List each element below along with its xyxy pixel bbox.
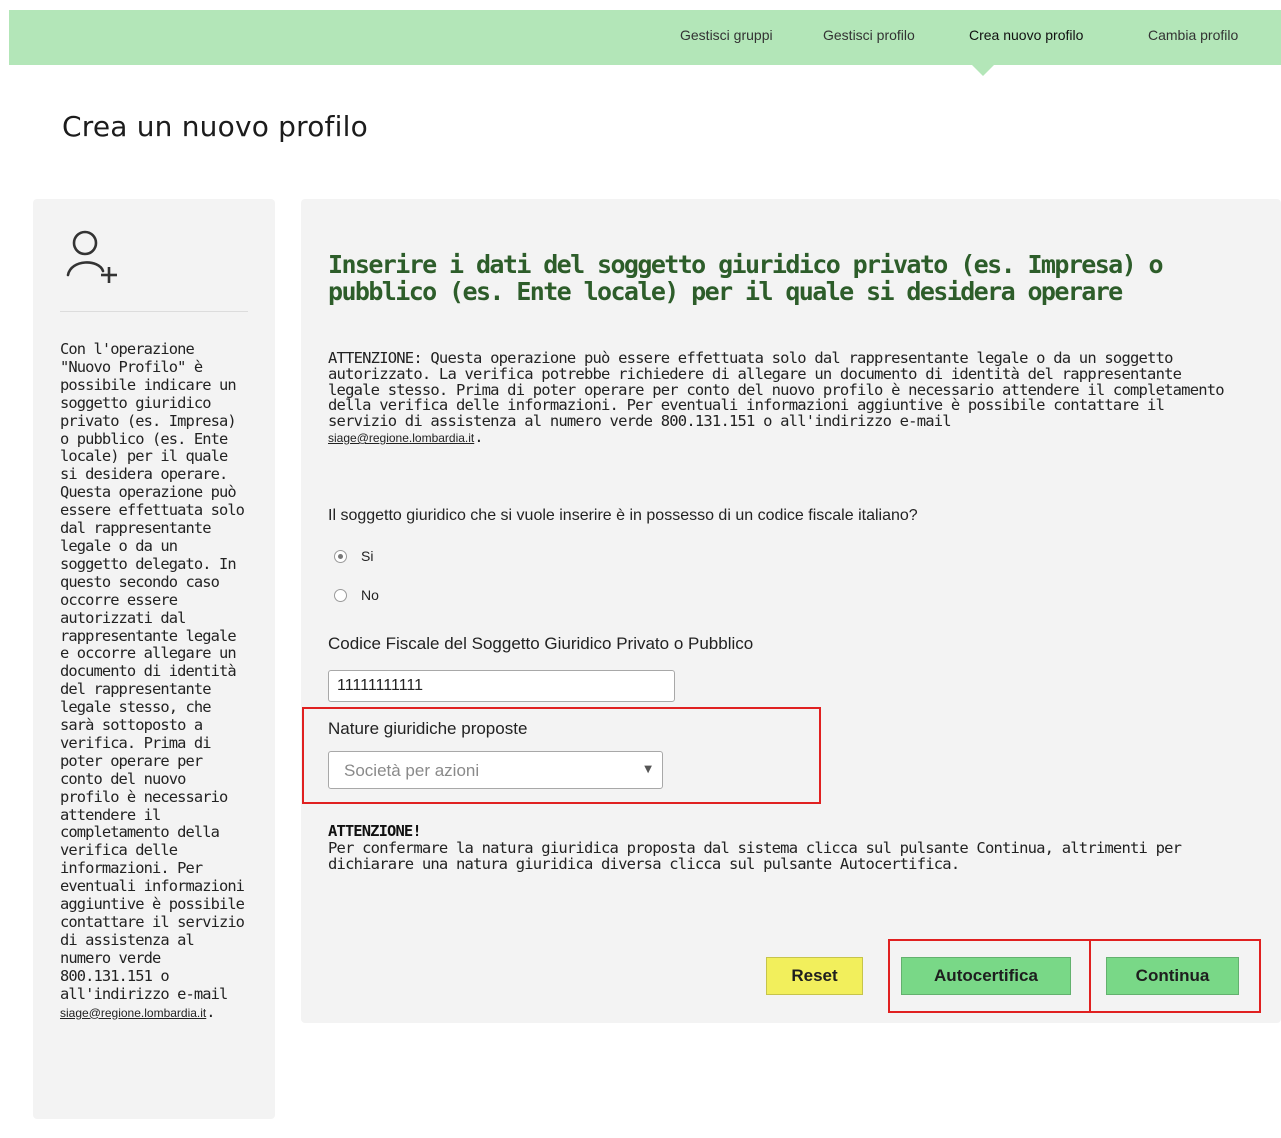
sidebar-email-suffix: . bbox=[206, 1002, 215, 1021]
notice-body: ATTENZIONE: Questa operazione può essere… bbox=[328, 349, 1225, 431]
radio-option-si[interactable]: Si bbox=[334, 548, 373, 564]
sidebar-description: Con l'operazione "Nuovo Profilo" è possi… bbox=[60, 340, 252, 1022]
notice-text: ATTENZIONE: Questa operazione può essere… bbox=[328, 349, 1228, 447]
highlight-nature-giuridiche bbox=[302, 707, 821, 804]
nav-cambia-profilo[interactable]: Cambia profilo bbox=[1148, 27, 1238, 43]
radio-option-no[interactable]: No bbox=[334, 587, 379, 603]
cf-question: Il soggetto giuridico che si vuole inser… bbox=[328, 507, 918, 524]
active-tab-indicator bbox=[972, 65, 994, 76]
attention-title: ATTENZIONE! bbox=[328, 822, 422, 840]
page-title: Crea un nuovo profilo bbox=[62, 110, 368, 143]
radio-no-label: No bbox=[361, 587, 379, 603]
attention-text: Per confermare la natura giuridica propo… bbox=[328, 839, 1182, 873]
add-user-icon bbox=[66, 230, 117, 283]
form-panel: Inserire i dati del soggetto giuridico p… bbox=[301, 199, 1281, 1023]
radio-no[interactable] bbox=[334, 588, 347, 602]
top-navigation-bar: Gestisci gruppi Gestisci profilo Crea nu… bbox=[9, 10, 1281, 65]
nav-crea-nuovo-profilo[interactable]: Crea nuovo profilo bbox=[969, 27, 1083, 43]
sidebar-divider bbox=[60, 311, 248, 312]
reset-button[interactable]: Reset bbox=[766, 957, 863, 995]
radio-si[interactable] bbox=[334, 549, 347, 563]
codice-fiscale-input[interactable]: 11111111111 bbox=[328, 670, 675, 702]
notice-email-link[interactable]: siage@regione.lombardia.it bbox=[328, 431, 474, 445]
info-sidebar: Con l'operazione "Nuovo Profilo" è possi… bbox=[33, 199, 275, 1119]
sidebar-text: Con l'operazione "Nuovo Profilo" è possi… bbox=[60, 340, 245, 1003]
highlight-autocertifica bbox=[888, 939, 1091, 1013]
form-heading: Inserire i dati del soggetto giuridico p… bbox=[328, 250, 1164, 306]
radio-si-label: Si bbox=[361, 548, 374, 564]
nav-gestisci-profilo[interactable]: Gestisci profilo bbox=[823, 27, 915, 43]
notice-email-suffix: . bbox=[474, 427, 483, 446]
highlight-continua bbox=[1089, 939, 1261, 1013]
codice-fiscale-label: Codice Fiscale del Soggetto Giuridico Pr… bbox=[328, 634, 754, 653]
nav-gestisci-gruppi[interactable]: Gestisci gruppi bbox=[680, 27, 773, 43]
sidebar-email-link[interactable]: siage@regione.lombardia.it bbox=[60, 1006, 206, 1020]
